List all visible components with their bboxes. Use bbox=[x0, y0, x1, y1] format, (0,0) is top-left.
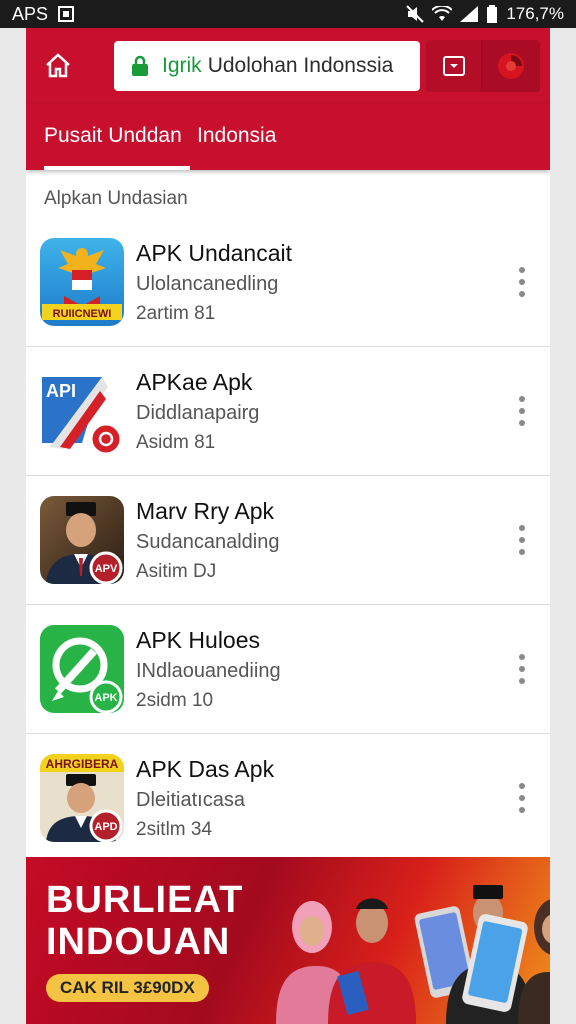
list-item[interactable]: API APKae Apk Diddlanapairg Asidm 81 bbox=[26, 347, 550, 476]
signal-icon bbox=[460, 6, 479, 22]
app-name: Marv Rry Apk bbox=[136, 498, 275, 524]
active-tab-indicator bbox=[44, 166, 190, 170]
list-item[interactable]: APV Marv Rry Apk Sudancanalding Asitim D… bbox=[26, 476, 550, 605]
browser-logo-icon bbox=[498, 53, 524, 79]
app-subtitle: INdlaouanediing bbox=[136, 660, 281, 682]
app-subtitle: Ulolancanedling bbox=[136, 273, 279, 295]
person-app-icon: APV bbox=[40, 496, 124, 584]
banner-promo-pill[interactable]: CAK RIL 3£90DX bbox=[46, 974, 209, 1002]
url-prefix: Igrik bbox=[162, 54, 202, 77]
app-name: APK Undancait bbox=[136, 240, 292, 266]
toolbar-actions bbox=[426, 40, 540, 92]
home-button[interactable] bbox=[40, 48, 76, 84]
green-app-icon: APK bbox=[40, 625, 124, 713]
tab-indonesia[interactable]: Indonsia bbox=[197, 124, 276, 148]
more-options-icon[interactable] bbox=[516, 654, 528, 684]
tabs-button[interactable] bbox=[426, 40, 482, 92]
app-meta: 2sitlm 34 bbox=[136, 819, 213, 840]
browser-toolbar: Igrik Udolohan Indonssia bbox=[26, 28, 550, 104]
banner-headline-2: INDOUAN bbox=[46, 921, 231, 963]
app-subtitle: Diddlanapairg bbox=[136, 402, 260, 424]
app-meta: 2artim 81 bbox=[136, 303, 216, 324]
mute-icon bbox=[406, 5, 425, 23]
app-icon-badge: RUIICNEWI bbox=[53, 308, 112, 320]
app-name: APKae Apk bbox=[136, 369, 253, 395]
url-text: Udolohan Indonssia bbox=[207, 54, 394, 77]
battery-percentage: 176,7% bbox=[506, 4, 564, 23]
app-subtitle: Dleitiatıcasa bbox=[136, 789, 245, 811]
flag-app-icon: API bbox=[40, 367, 124, 455]
more-options-icon[interactable] bbox=[516, 396, 528, 426]
battery-icon bbox=[487, 5, 498, 23]
browser-menu-button[interactable] bbox=[482, 40, 540, 92]
tab-pusat-unduhan[interactable]: Pusait Unddan bbox=[44, 124, 182, 148]
more-options-icon[interactable] bbox=[516, 525, 528, 555]
lock-icon bbox=[132, 55, 148, 76]
app-meta: 2sidm 10 bbox=[136, 690, 214, 711]
app-meta: Asidm 81 bbox=[136, 432, 216, 453]
app-name: APK Huloes bbox=[136, 627, 261, 653]
app-icon-badge: API bbox=[46, 381, 76, 401]
app-icon-top-label: AHRGIBERA bbox=[46, 757, 119, 771]
app-list: RUIICNEWI APK Undancait Ulolancanedling … bbox=[26, 218, 550, 863]
section-title: Alpkan Undasian bbox=[44, 188, 188, 209]
promo-banner[interactable]: BURLIEAT INDOUAN CAK RIL 3£90DX bbox=[26, 857, 550, 1024]
more-options-icon[interactable] bbox=[516, 267, 528, 297]
banner-headline-1: BURLIEAT bbox=[46, 879, 244, 921]
banner-people-illustration bbox=[276, 885, 550, 1024]
tab-switcher-icon bbox=[442, 56, 465, 76]
list-item[interactable]: RUIICNEWI APK Undancait Ulolancanedling … bbox=[26, 218, 550, 347]
app-icon-badge: APK bbox=[94, 692, 117, 704]
notification-icon bbox=[58, 6, 75, 22]
status-bar: APS 176,7% bbox=[0, 0, 576, 28]
app-subtitle: Sudancanalding bbox=[136, 531, 280, 553]
home-icon bbox=[46, 53, 70, 78]
person-app-icon: AHRGIBERA APD bbox=[40, 754, 124, 842]
wifi-icon bbox=[432, 6, 453, 21]
more-options-icon[interactable] bbox=[516, 783, 528, 813]
app-screen: Igrik Udolohan Indonssia Pusait Unddan I… bbox=[26, 28, 550, 1024]
status-left-text: APS bbox=[12, 3, 49, 24]
category-tabs: Pusait Unddan Indonsia bbox=[26, 104, 550, 170]
address-bar[interactable]: Igrik Udolohan Indonssia bbox=[114, 41, 420, 91]
app-icon-badge: APD bbox=[94, 821, 117, 833]
app-name: APK Das Apk bbox=[136, 756, 275, 782]
list-item[interactable]: AHRGIBERA APD APK Das Apk Dleitiatıcasa … bbox=[26, 734, 550, 863]
list-item[interactable]: APK APK Huloes INdlaouanediing 2sidm 10 bbox=[26, 605, 550, 734]
app-meta: Asitim DJ bbox=[136, 561, 217, 582]
garuda-app-icon: RUIICNEWI bbox=[40, 238, 124, 326]
app-icon-badge: APV bbox=[95, 563, 118, 575]
